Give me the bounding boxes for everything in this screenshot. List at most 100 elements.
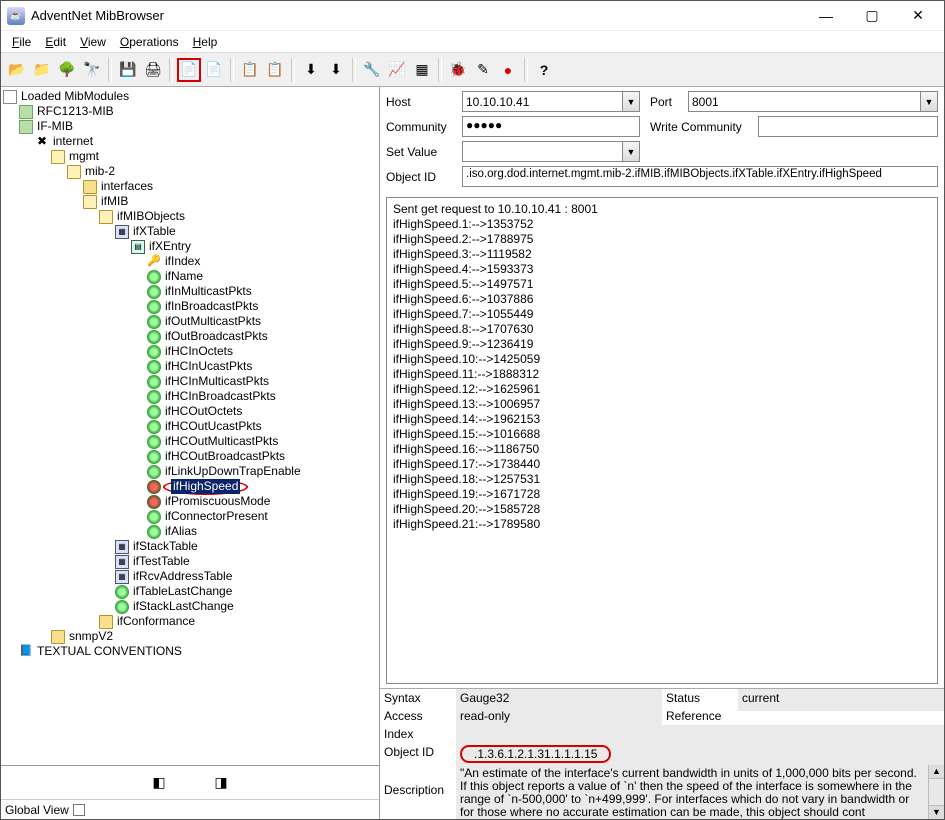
minimize-button[interactable]: —	[812, 5, 840, 27]
tree-label: ifHCOutBroadcastPkts	[163, 449, 287, 464]
tree-node[interactable]: ifStackLastChange	[3, 599, 377, 614]
doc-icon[interactable]: 📋	[238, 58, 262, 82]
results-box[interactable]: Sent get request to 10.10.10.41 : 8001 i…	[386, 197, 938, 684]
port-combo[interactable]: 8001▼	[688, 91, 938, 112]
tool-icon[interactable]: 🔧	[360, 58, 384, 82]
get-icon[interactable]: ⬇	[299, 58, 323, 82]
tree-label: ifHCInMulticastPkts	[163, 374, 271, 389]
tree-node[interactable]: ifLinkUpDownTrapEnable	[3, 464, 377, 479]
tree-node[interactable]: mib-2	[3, 164, 377, 179]
scroll-down-icon[interactable]: ▼	[929, 805, 944, 819]
textual-conventions-icon: 📘	[19, 645, 33, 659]
chevron-down-icon[interactable]: ▼	[622, 92, 639, 111]
tree-node[interactable]: mgmt	[3, 149, 377, 164]
open-icon[interactable]: 📂	[5, 58, 29, 82]
open2-icon[interactable]: 📁	[30, 58, 54, 82]
table-icon[interactable]: ▦	[410, 58, 434, 82]
tree-node[interactable]: ifOutMulticastPkts	[3, 314, 377, 329]
write-community-input[interactable]	[758, 116, 938, 137]
graph-icon[interactable]: 📈	[385, 58, 409, 82]
tree-label: interfaces	[99, 179, 155, 194]
tree-node[interactable]: ▦ifTestTable	[3, 554, 377, 569]
menu-file[interactable]: File	[7, 33, 36, 51]
tree-node[interactable]: RFC1213-MIB	[3, 104, 377, 119]
tree-node[interactable]: ifHCOutUcastPkts	[3, 419, 377, 434]
global-view-label: Global View	[5, 803, 69, 817]
chevron-down-icon[interactable]: ▼	[920, 92, 937, 111]
maximize-button[interactable]: ▢	[858, 5, 886, 27]
tree-label: ifAlias	[163, 524, 199, 539]
tree-node[interactable]: 🔑ifIndex	[3, 254, 377, 269]
tree-node[interactable]: ▦ifRcvAddressTable	[3, 569, 377, 584]
community-input[interactable]: ●●●●●	[462, 116, 640, 137]
tree-node[interactable]: ifTableLastChange	[3, 584, 377, 599]
tree-node[interactable]: ifConnectorPresent	[3, 509, 377, 524]
expand-tree-icon[interactable]: ◧	[147, 771, 171, 795]
menu-view[interactable]: View	[75, 33, 111, 51]
setvalue-combo[interactable]: ▼	[462, 141, 640, 162]
tree-node[interactable]: ifHCOutOctets	[3, 404, 377, 419]
leaf-icon	[147, 420, 161, 434]
menu-operations[interactable]: Operations	[115, 33, 184, 51]
folder-open-icon	[83, 195, 97, 209]
leaf-icon	[147, 480, 161, 494]
objectid-input[interactable]: .iso.org.dod.internet.mgmt.mib-2.ifMIB.i…	[462, 166, 938, 187]
tree-label: ifMIBObjects	[115, 209, 187, 224]
host-combo[interactable]: 10.10.10.41▼	[462, 91, 640, 112]
tree-node[interactable]: ifOutBroadcastPkts	[3, 329, 377, 344]
tree-node[interactable]: interfaces	[3, 179, 377, 194]
description-scrollbar[interactable]: ▲ ▼	[928, 765, 944, 819]
tree-node[interactable]: ifHCOutBroadcastPkts	[3, 449, 377, 464]
tree-node[interactable]: ifName	[3, 269, 377, 284]
tree-node[interactable]: snmpV2	[3, 629, 377, 644]
getnext-icon[interactable]: ⬇	[324, 58, 348, 82]
global-view-checkbox[interactable]	[73, 804, 85, 816]
menu-edit[interactable]: Edit	[40, 33, 71, 51]
chevron-down-icon[interactable]: ▼	[622, 142, 639, 161]
tree-node[interactable]: ▦ifStackTable	[3, 539, 377, 554]
tree-node[interactable]: Loaded MibModules	[3, 89, 377, 104]
tree-label: ifInBroadcastPkts	[163, 299, 260, 314]
tree-node[interactable]: 📘TEXTUAL CONVENTIONS	[3, 644, 377, 659]
scroll-up-icon[interactable]: ▲	[929, 765, 944, 779]
tree-node[interactable]: ifHCOutMulticastPkts	[3, 434, 377, 449]
tree-node[interactable]: ifHighSpeed	[3, 479, 377, 494]
tree-node[interactable]: ▦ifXTable	[3, 224, 377, 239]
tree-node[interactable]: IF-MIB	[3, 119, 377, 134]
tree-node[interactable]: ifPromiscuousMode	[3, 494, 377, 509]
tree-label: ifHCOutOctets	[163, 404, 244, 419]
tree-node[interactable]: ifMIB	[3, 194, 377, 209]
tree-node[interactable]: ifHCInBroadcastPkts	[3, 389, 377, 404]
tree-node[interactable]: ✖internet	[3, 134, 377, 149]
tree-label: TEXTUAL CONVENTIONS	[35, 644, 184, 659]
menu-help[interactable]: Help	[188, 33, 223, 51]
description-label: Description	[380, 765, 456, 799]
details-panel: Syntax Gauge32 Status current Access rea…	[380, 688, 944, 819]
help-icon[interactable]: ?	[532, 58, 556, 82]
tree-node[interactable]: ▤ifXEntry	[3, 239, 377, 254]
unload-mib-icon[interactable]: 📄	[202, 58, 226, 82]
bug-icon[interactable]: 🐞	[446, 58, 470, 82]
print-icon[interactable]: 🖨	[141, 58, 165, 82]
tree-node[interactable]: ifInMulticastPkts	[3, 284, 377, 299]
collapse-tree-icon[interactable]: ◨	[209, 771, 233, 795]
save-icon[interactable]: 💾	[116, 58, 140, 82]
tree-node[interactable]: ifConformance	[3, 614, 377, 629]
mib-tree[interactable]: Loaded MibModulesRFC1213-MIBIF-MIB✖inter…	[1, 87, 379, 765]
edit-icon[interactable]: ✎	[471, 58, 495, 82]
tree-node[interactable]: ifHCInMulticastPkts	[3, 374, 377, 389]
tree-node[interactable]: ifHCInOctets	[3, 344, 377, 359]
access-value: read-only	[456, 707, 662, 725]
tree-node[interactable]: ifHCInUcastPkts	[3, 359, 377, 374]
close-button[interactable]: ✕	[904, 5, 932, 27]
tree-label: ifPromiscuousMode	[163, 494, 272, 509]
record-icon[interactable]: ●	[496, 58, 520, 82]
description-value: "An estimate of the interface's current …	[456, 765, 944, 819]
binoculars-icon[interactable]: 🔭	[80, 58, 104, 82]
tree-node[interactable]: ifInBroadcastPkts	[3, 299, 377, 314]
tree-node[interactable]: ifAlias	[3, 524, 377, 539]
load-mib-icon[interactable]: 📄	[177, 58, 201, 82]
tree-node[interactable]: ifMIBObjects	[3, 209, 377, 224]
tree-icon[interactable]: 🌳	[55, 58, 79, 82]
doc-check-icon[interactable]: 📋	[263, 58, 287, 82]
